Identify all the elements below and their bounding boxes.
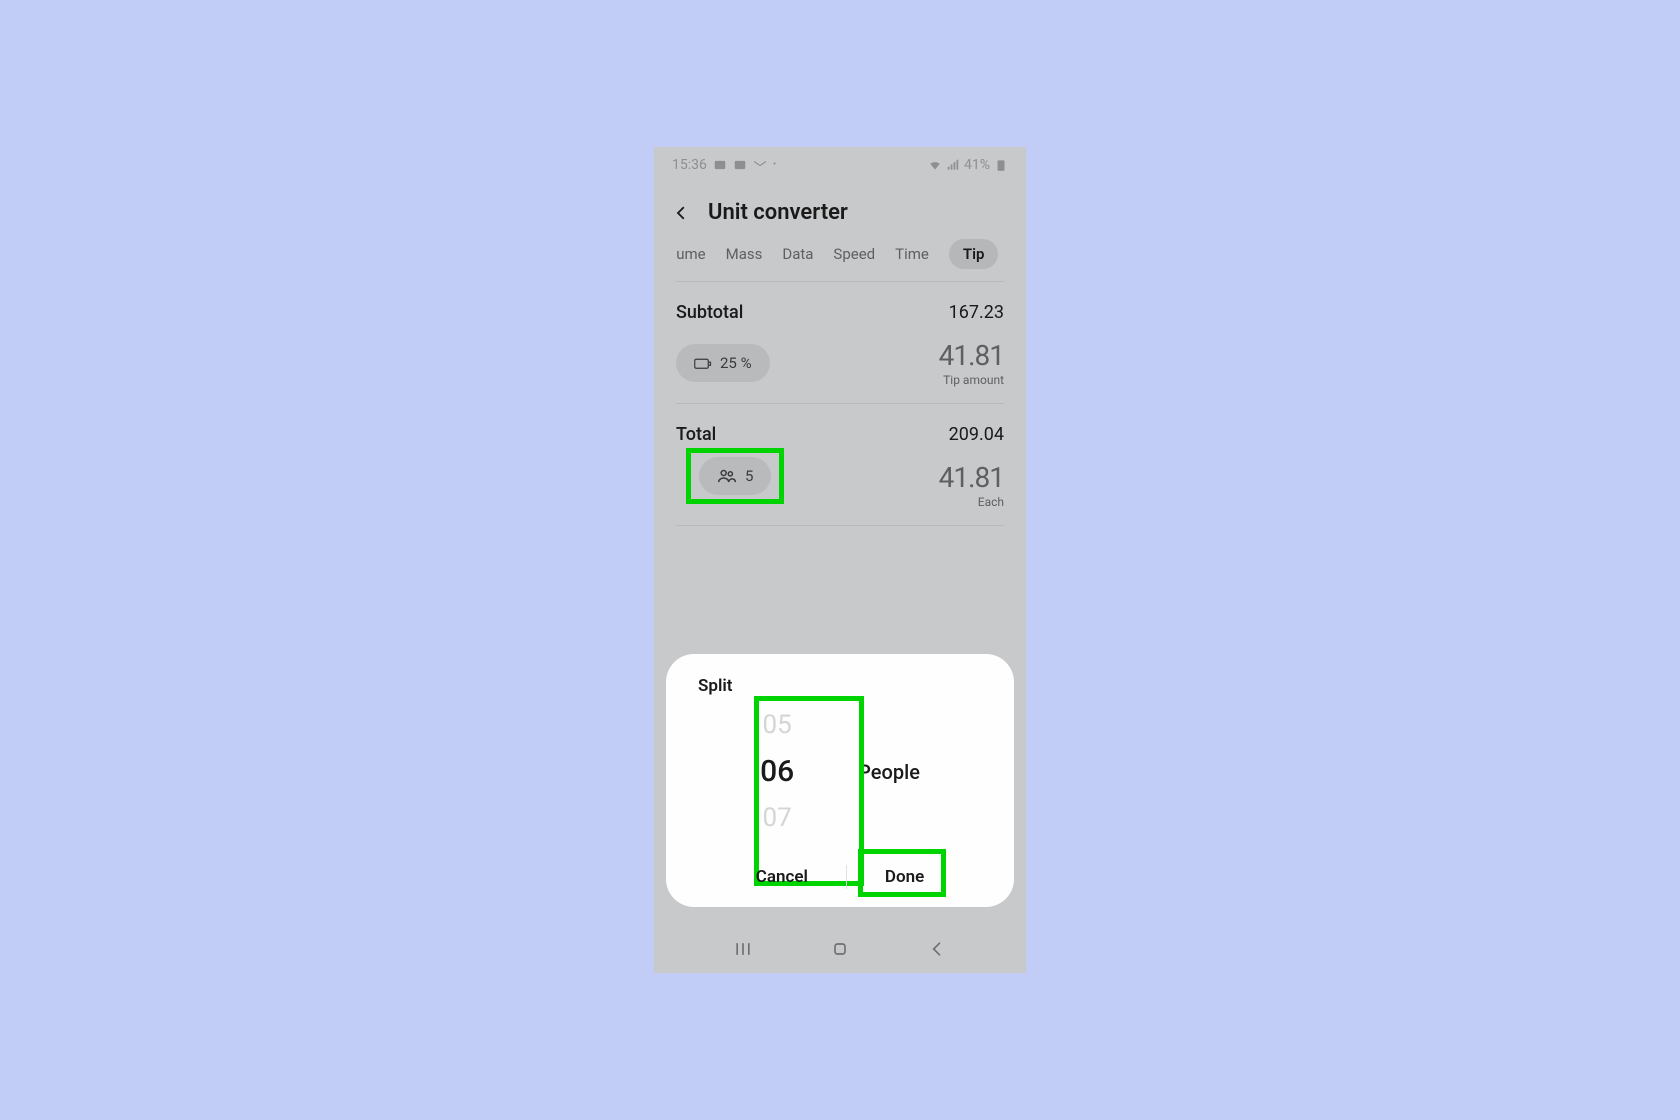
tab-mass[interactable]: Mass <box>726 245 763 263</box>
recents-icon[interactable] <box>733 939 753 959</box>
highlight-split: 5 <box>686 448 784 504</box>
image-icon <box>713 158 727 172</box>
status-bar: 15:36 • 41% <box>654 147 1026 182</box>
android-nav-bar <box>654 925 1026 973</box>
back-nav-icon[interactable] <box>927 939 947 959</box>
battery-percent: 41% <box>964 157 990 173</box>
tab-time[interactable]: Time <box>895 245 929 263</box>
subtotal-value[interactable]: 167.23 <box>949 302 1004 323</box>
split-modal: Split 05 06 07 People Cancel Done <box>666 654 1014 907</box>
battery-icon <box>994 158 1008 172</box>
tip-percent-value: 25 % <box>720 354 752 372</box>
total-value: 209.04 <box>949 424 1004 445</box>
split-people-chip[interactable]: 5 <box>699 457 771 495</box>
tip-amount-label: Tip amount <box>939 373 1004 387</box>
tip-row: 25 % 41.81 Tip amount <box>676 329 1004 404</box>
status-time: 15:36 <box>672 157 707 173</box>
percent-icon <box>694 356 712 370</box>
subtotal-row: Subtotal 167.23 <box>676 282 1004 329</box>
phone-screen: 15:36 • 41% Unit converter olume Mass Da… <box>654 147 1026 973</box>
total-row: Total 209.04 <box>676 404 1004 451</box>
each-row: 5 41.81 Each <box>676 451 1004 526</box>
modal-title: Split <box>684 676 996 696</box>
unit-tabs: olume Mass Data Speed Time Tip <box>676 239 1004 282</box>
action-divider <box>846 865 847 889</box>
people-icon <box>717 468 737 484</box>
home-icon[interactable] <box>830 939 850 959</box>
picker-unit-label: People <box>858 760 920 784</box>
tab-tip[interactable]: Tip <box>949 239 999 269</box>
back-icon[interactable] <box>672 204 690 222</box>
tip-calculator: Subtotal 167.23 25 % 41.81 Tip amount To… <box>654 282 1026 526</box>
tab-speed[interactable]: Speed <box>833 245 875 263</box>
wifi-icon <box>928 158 942 172</box>
each-amount: 41.81 <box>939 461 1004 494</box>
each-label: Each <box>939 495 1004 509</box>
check-icon <box>733 158 747 172</box>
cancel-button[interactable]: Cancel <box>728 859 836 895</box>
mail-icon <box>753 158 767 172</box>
app-header: Unit converter <box>654 182 1026 239</box>
more-dot: • <box>773 159 776 170</box>
tip-amount: 41.81 <box>939 339 1004 372</box>
tab-volume[interactable]: olume <box>676 245 706 263</box>
split-people-value: 5 <box>745 467 753 485</box>
signal-icon <box>946 158 960 172</box>
highlight-done <box>858 849 946 897</box>
page-title: Unit converter <box>708 200 848 225</box>
total-label: Total <box>676 424 716 445</box>
tip-percent-chip[interactable]: 25 % <box>676 344 770 382</box>
tab-data[interactable]: Data <box>782 245 813 263</box>
subtotal-label: Subtotal <box>676 302 743 323</box>
